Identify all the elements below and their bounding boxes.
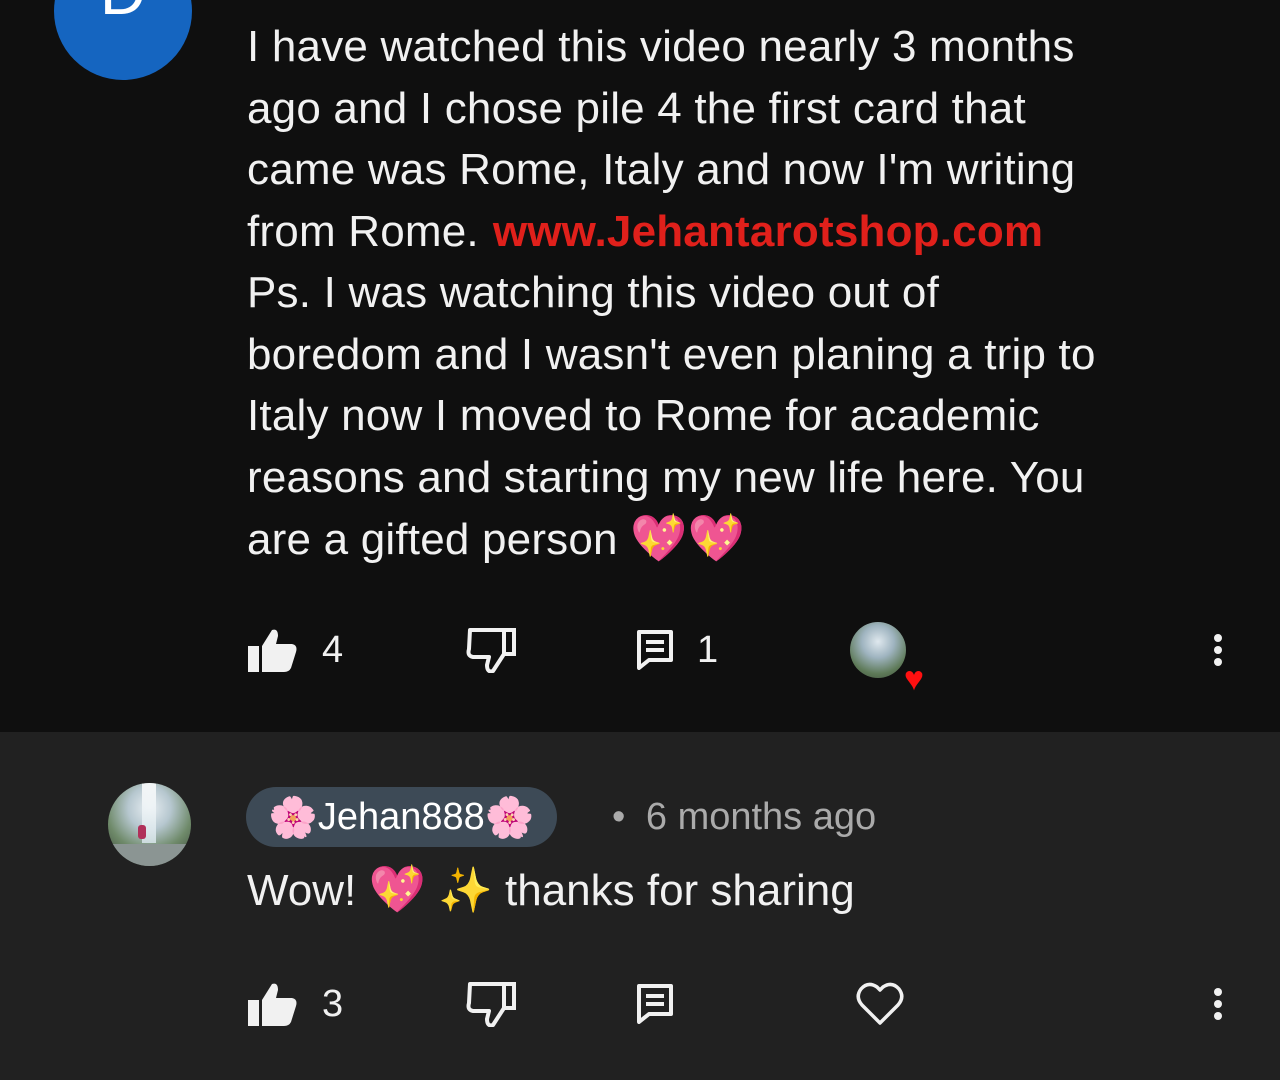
comment-line: Italy now I moved to Rome for academic	[247, 391, 1040, 440]
cherry-blossom-emoji: 🌸	[484, 794, 535, 841]
cherry-blossom-emoji: 🌸	[268, 794, 318, 841]
comment-line: reasons and starting my new life here. Y…	[247, 452, 1085, 502]
sparkling-heart-emoji: 💖💖	[630, 511, 746, 565]
like-count: 3	[322, 982, 344, 1025]
comment-line: from Rome. www.Jehantarotshop.com	[247, 201, 1237, 263]
comment-line: ago and I chose pile 4 the first card th…	[247, 83, 1026, 133]
comments-screen: D I have watched this video nearly 3 mon…	[0, 0, 1280, 1080]
creator-heart-icon: ♥	[903, 660, 924, 698]
top-comment: D I have watched this video nearly 3 mon…	[0, 0, 1280, 732]
avatar[interactable]	[108, 783, 191, 866]
like-count: 4	[322, 628, 344, 671]
thumbs-up-icon	[248, 628, 298, 672]
dislike-button[interactable]	[466, 610, 516, 690]
meta-separator: •	[612, 796, 626, 838]
reply-count: 1	[697, 628, 719, 671]
more-options-button[interactable]	[1208, 610, 1228, 690]
heart-button[interactable]	[856, 964, 904, 1044]
more-vertical-icon	[1214, 984, 1222, 1024]
comment-icon	[637, 630, 673, 670]
creator-heart: ♥	[850, 622, 924, 696]
reply-button[interactable]: 1	[637, 610, 718, 690]
comment-line: are a gifted person 💖💖	[247, 508, 1237, 571]
author-chip[interactable]: 🌸 Jehan888 🌸	[246, 787, 557, 847]
reply-action-bar: 3	[0, 964, 1280, 1044]
reply-text-prefix: Wow!	[247, 866, 357, 915]
like-button[interactable]: 4	[248, 610, 343, 690]
comment-line-text: from Rome.	[247, 206, 479, 256]
author-name: Jehan888	[317, 795, 485, 838]
dislike-button[interactable]	[466, 964, 516, 1044]
reply-body: Wow! 💖 ✨ thanks for sharing	[247, 862, 855, 917]
comment-line: Ps. I was watching this video out of	[247, 268, 939, 317]
more-vertical-icon	[1214, 630, 1222, 670]
sparkling-heart-emoji: 💖	[368, 862, 426, 916]
shop-link[interactable]: www.Jehantarotshop.com	[493, 207, 1043, 256]
more-options-button[interactable]	[1208, 964, 1228, 1044]
comment-icon	[637, 984, 673, 1024]
sparkles-emoji: ✨	[437, 865, 493, 916]
comment-line: came was Rome, Italy and now I'm writing	[247, 145, 1076, 194]
thumbs-down-icon	[466, 981, 516, 1027]
commenter-avatar[interactable]: D	[54, 0, 192, 80]
comment-body: I have watched this video nearly 3 month…	[247, 16, 1237, 571]
reply-time: 6 months ago	[645, 796, 877, 838]
reply-comment: 🌸 Jehan888 🌸 • 6 months ago Wow! 💖 ✨ tha…	[0, 732, 1280, 1080]
comment-action-bar: 4 1 ♥	[0, 610, 1280, 696]
comment-line: boredom and I wasn't even planing a trip…	[247, 329, 1096, 379]
ground-image	[108, 844, 191, 866]
comment-line: I have watched this video nearly 3 month…	[247, 22, 1075, 71]
comment-line-text: are a gifted person	[247, 515, 618, 564]
reply-meta: • 6 months ago	[612, 796, 876, 839]
reply-text-suffix: thanks for sharing	[505, 866, 855, 915]
reply-button[interactable]	[637, 964, 673, 1044]
avatar-letter: D	[54, 0, 192, 24]
thumbs-down-icon	[466, 627, 516, 673]
thumbs-up-icon	[248, 982, 298, 1026]
like-button[interactable]: 3	[248, 964, 343, 1044]
heart-outline-icon	[856, 982, 904, 1026]
person-image	[138, 825, 146, 839]
